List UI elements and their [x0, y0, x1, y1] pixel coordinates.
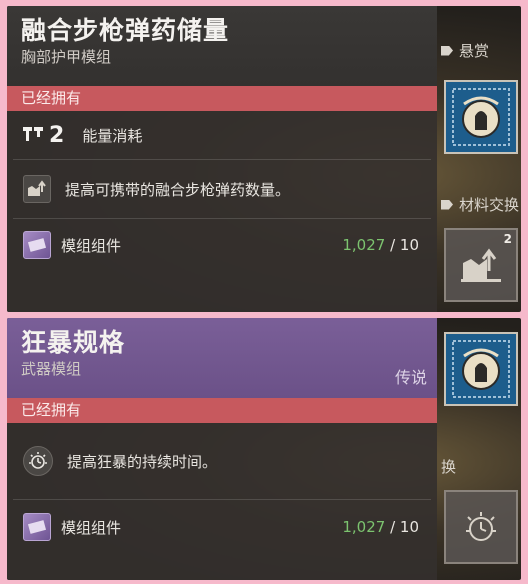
- mod-component-icon: [23, 231, 51, 259]
- tag-icon: [441, 199, 453, 210]
- tag-icon: [441, 45, 453, 56]
- owned-status-bar: 已经拥有: [7, 86, 437, 111]
- mod-card-armor: 融合步枪弹药储量 胸部护甲模组 已经拥有 2 能量消耗 提高可携带的融合步枪弹药: [7, 6, 437, 312]
- mod-type: 武器模组: [21, 360, 82, 378]
- energy-cost-row: 2 能量消耗: [7, 111, 437, 159]
- card-header: 狂暴规格 武器模组 传说: [7, 318, 437, 398]
- component-count: 1,027 / 10: [342, 236, 419, 254]
- vendor-sidebar: 悬赏 材料交换 2: [437, 6, 521, 312]
- bounty-tile[interactable]: [444, 80, 518, 154]
- armor-mod-icon: [23, 175, 51, 203]
- material-exchange-tile[interactable]: [444, 490, 518, 564]
- mod-tooltip-panel-armor: 悬赏 材料交换 2 融合步枪弹药储量 胸部护甲模组 已经拥有 2 能量消耗 提高…: [7, 6, 521, 312]
- rarity-label: 传说: [394, 368, 427, 387]
- component-label: 模组组件: [61, 236, 122, 255]
- armor-mod-icon: [461, 248, 501, 282]
- description-row: 提高狂暴的持续时间。: [7, 423, 437, 499]
- materials-section-label: 材料交换: [441, 194, 519, 215]
- bounties-section-label: 悬赏: [441, 40, 489, 61]
- stopwatch-icon: [466, 512, 496, 541]
- energy-cost-label: 能量消耗: [82, 126, 143, 145]
- materials-section-label: 换: [441, 458, 457, 476]
- bounty-eye-icon: [452, 340, 510, 398]
- energy-cost-icon: [23, 127, 43, 141]
- material-exchange-tile[interactable]: 2: [444, 228, 518, 302]
- material-count-badge: 2: [503, 232, 512, 246]
- mod-tooltip-panel-weapon: 换 狂暴规格 武器模组 传说 已经拥有 提高狂暴的持续时间。 模组组件 1,02…: [7, 318, 521, 580]
- mod-component-icon: [23, 513, 51, 541]
- component-cost-row: 模组组件 1,027 / 10: [7, 500, 437, 554]
- mod-description: 提高可携带的融合步枪弹药数量。: [65, 180, 291, 199]
- mod-title: 狂暴规格: [21, 328, 126, 357]
- mod-description: 提高狂暴的持续时间。: [67, 452, 218, 471]
- card-header: 融合步枪弹药储量 胸部护甲模组: [7, 6, 437, 86]
- description-row: 提高可携带的融合步枪弹药数量。: [7, 160, 437, 218]
- owned-status-bar: 已经拥有: [7, 398, 437, 423]
- bounty-eye-icon: [452, 88, 510, 146]
- energy-cost-value: 2: [49, 122, 65, 148]
- component-cost-row: 模组组件 1,027 / 10: [7, 219, 437, 271]
- mod-title: 融合步枪弹药储量: [21, 16, 230, 45]
- component-label: 模组组件: [61, 518, 122, 537]
- mod-card-weapon: 狂暴规格 武器模组 传说 已经拥有 提高狂暴的持续时间。 模组组件 1,027 …: [7, 318, 437, 580]
- vendor-sidebar: 换: [437, 318, 521, 580]
- bounty-tile[interactable]: [444, 332, 518, 406]
- stopwatch-icon: [23, 446, 53, 476]
- component-count: 1,027 / 10: [342, 518, 419, 536]
- mod-type: 胸部护甲模组: [21, 48, 112, 66]
